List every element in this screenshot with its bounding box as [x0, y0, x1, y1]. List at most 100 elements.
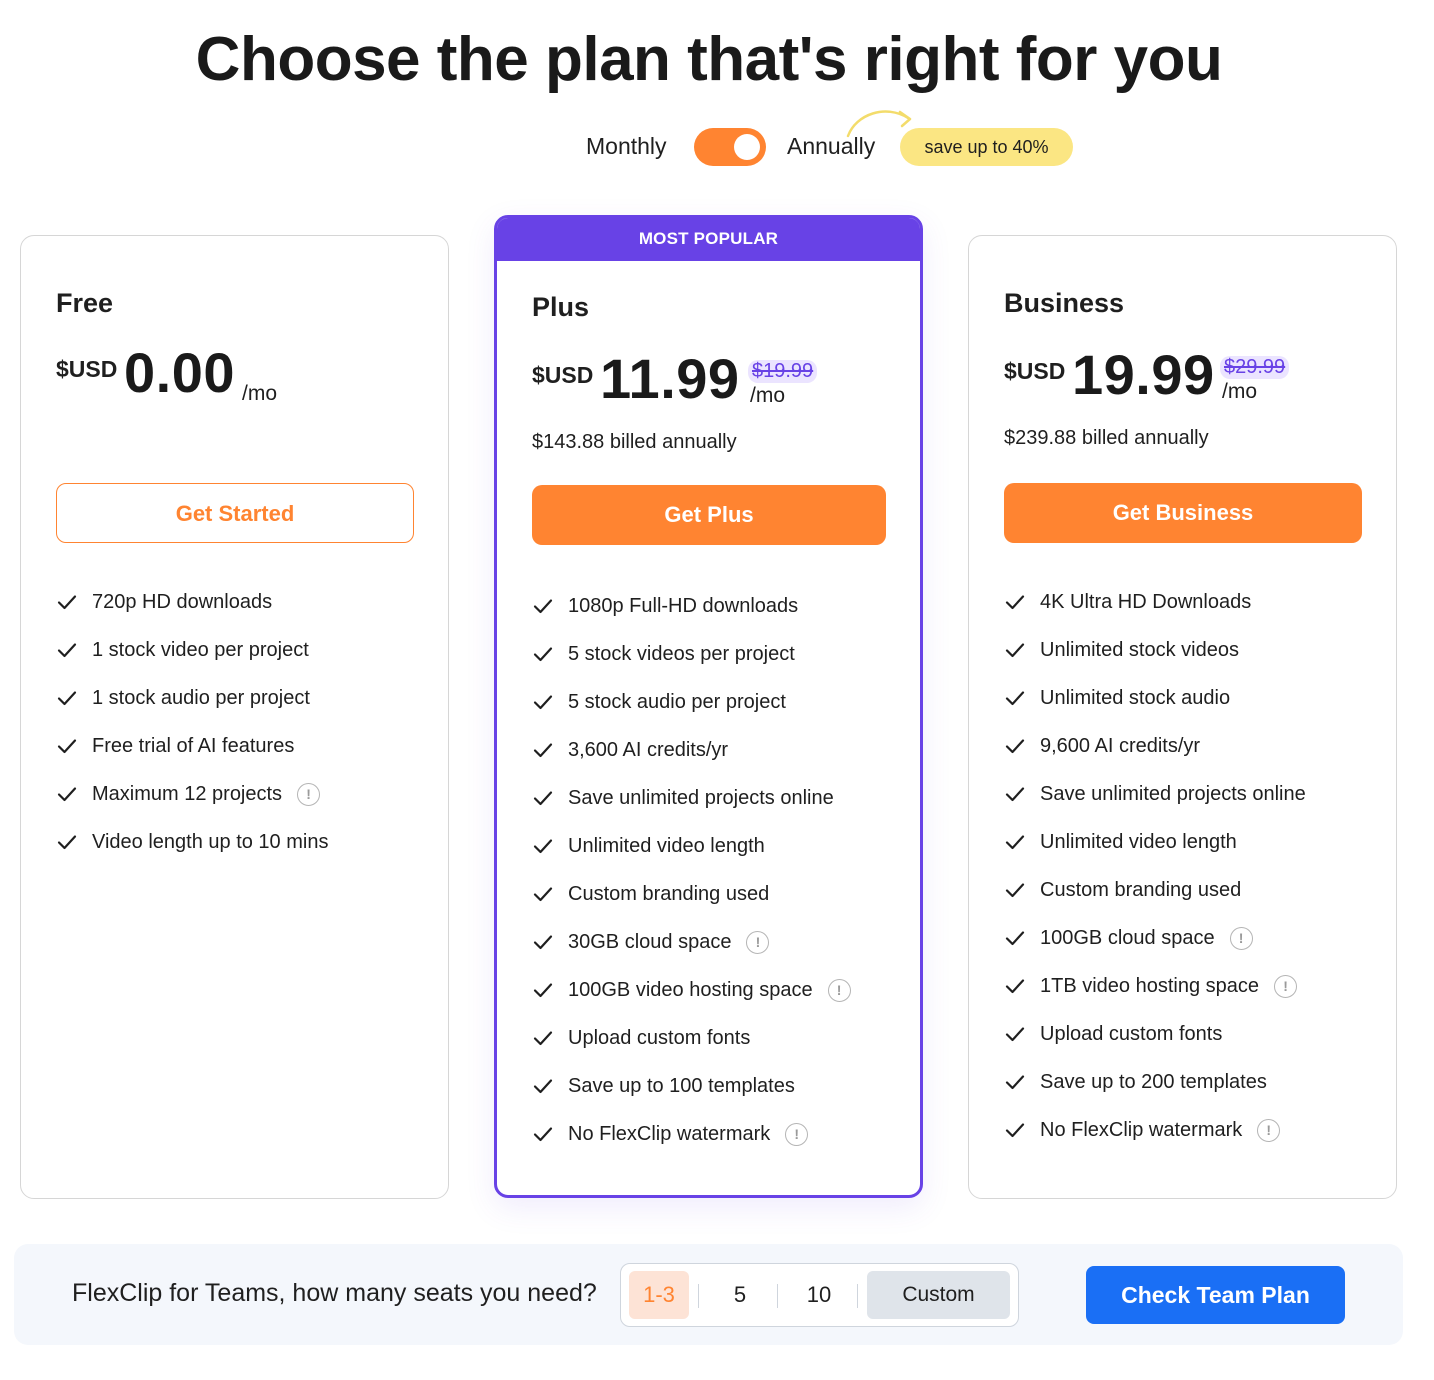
feature-text: Save unlimited projects online: [1040, 782, 1306, 805]
seat-option-10[interactable]: 10: [785, 1271, 853, 1319]
check-team-plan-button[interactable]: Check Team Plan: [1086, 1266, 1345, 1324]
feature-text: Video length up to 10 mins: [92, 830, 329, 853]
billing-period-switch[interactable]: [694, 128, 766, 166]
plan-name: Plus: [532, 292, 590, 322]
checkmark-icon: [532, 979, 568, 1001]
checkmark-icon: [532, 1075, 568, 1097]
checkmark-icon: [1004, 639, 1040, 661]
checkmark-icon: [1004, 687, 1040, 709]
checkmark-icon: [56, 687, 92, 709]
feature-item: Unlimited video length: [1004, 818, 1364, 866]
checkmark-icon: [1004, 927, 1040, 949]
info-icon[interactable]: !: [827, 978, 851, 1002]
price-amount: 11.99: [600, 347, 740, 410]
feature-item: 9,600 AI credits/yr: [1004, 722, 1364, 770]
divider: [857, 1284, 858, 1308]
old-price: $29.99: [1220, 356, 1290, 379]
checkmark-icon: [1004, 1071, 1040, 1093]
feature-text: 30GB cloud space: [568, 930, 732, 953]
feature-text: Unlimited stock videos: [1040, 638, 1239, 661]
checkmark-icon: [532, 643, 568, 665]
most-popular-badge: MOST POPULAR: [497, 218, 920, 261]
get-started-button[interactable]: Get Started: [56, 483, 414, 543]
feature-text: No FlexClip watermark: [568, 1122, 771, 1145]
info-icon[interactable]: !: [1257, 1118, 1281, 1142]
feature-text: Upload custom fonts: [568, 1026, 751, 1049]
plan-card-plus: MOST POPULAR Plus $USD 11.99 $19.99 /mo …: [494, 215, 923, 1198]
price-amount: 19.99: [1072, 343, 1215, 406]
feature-text: 1080p Full-HD downloads: [568, 594, 799, 617]
feature-item: 1TB video hosting space!: [1004, 962, 1364, 1010]
billing-toggle-row: Monthly Annually save up to 40%: [0, 110, 1434, 170]
old-price: $19.99: [748, 360, 818, 383]
checkmark-icon: [56, 735, 92, 757]
feature-text: 5 stock audio per project: [568, 690, 786, 713]
currency: $USD: [1004, 358, 1066, 384]
info-icon[interactable]: !: [1229, 926, 1253, 950]
checkmark-icon: [532, 835, 568, 857]
plan-name: Business: [1004, 288, 1125, 318]
feature-list: 4K Ultra HD Downloads Unlimited stock vid…: [1004, 578, 1364, 1154]
checkmark-icon: [532, 931, 568, 953]
feature-item: 5 stock audio per project: [532, 678, 892, 726]
feature-text: Unlimited stock audio: [1040, 686, 1231, 709]
price-period: /mo: [1222, 380, 1258, 403]
feature-text: 100GB cloud space: [1040, 926, 1215, 949]
checkmark-icon: [1004, 1023, 1040, 1045]
info-icon[interactable]: !: [785, 1122, 809, 1146]
seat-option-custom[interactable]: Custom: [867, 1271, 1010, 1319]
checkmark-icon: [532, 1123, 568, 1145]
page-title: Choose the plan that's right for you: [195, 25, 1223, 94]
checkmark-icon: [532, 739, 568, 761]
feature-item: Custom branding used: [1004, 866, 1364, 914]
price-period: /mo: [750, 384, 786, 407]
feature-item: Save unlimited projects online: [532, 774, 892, 822]
feature-item: 1080p Full-HD downloads: [532, 582, 892, 630]
get-plus-button[interactable]: Get Plus: [532, 485, 886, 545]
info-icon[interactable]: !: [746, 930, 770, 954]
plan-card-business: Business $USD 19.99 $29.99 /mo $239.88 b…: [968, 235, 1397, 1199]
plan-name: Free: [56, 288, 114, 318]
feature-item: Upload custom fonts: [532, 1014, 892, 1062]
checkmark-icon: [532, 1027, 568, 1049]
price-row: $USD 19.99 $29.99 /mo: [1004, 343, 1364, 420]
feature-text: Custom branding used: [1040, 878, 1242, 901]
currency: $USD: [532, 362, 594, 388]
feature-text: 4K Ultra HD Downloads: [1040, 590, 1252, 613]
info-icon[interactable]: !: [1274, 974, 1298, 998]
feature-item: 1 stock video per project: [56, 626, 416, 674]
feature-item: Custom branding used: [532, 870, 892, 918]
checkmark-icon: [532, 883, 568, 905]
feature-item: Save up to 100 templates: [532, 1062, 892, 1110]
feature-item: 3,600 AI credits/yr: [532, 726, 892, 774]
info-icon[interactable]: !: [297, 782, 321, 806]
checkmark-icon: [56, 591, 92, 613]
feature-text: Save unlimited projects online: [568, 786, 834, 809]
feature-text: Unlimited video length: [568, 834, 765, 857]
checkmark-icon: [56, 831, 92, 853]
feature-text: Save up to 100 templates: [568, 1074, 795, 1097]
feature-item: 5 stock videos per project: [532, 630, 892, 678]
price-period: /mo: [242, 382, 278, 405]
feature-item: Video length up to 10 mins: [56, 818, 416, 866]
monthly-label[interactable]: Monthly: [586, 133, 667, 160]
feature-item: Free trial of AI features: [56, 722, 416, 770]
currency: $USD: [56, 356, 118, 382]
feature-item: 4K Ultra HD Downloads: [1004, 578, 1364, 626]
checkmark-icon: [1004, 831, 1040, 853]
seat-selector: 1-3 5 10 Custom: [620, 1263, 1019, 1327]
checkmark-icon: [1004, 735, 1040, 757]
feature-text: Maximum 12 projects: [92, 782, 283, 805]
feature-text: 720p HD downloads: [92, 590, 273, 613]
feature-text: 1TB video hosting space: [1040, 974, 1260, 997]
seat-option-5[interactable]: 5: [706, 1271, 774, 1319]
feature-text: Custom branding used: [568, 882, 770, 905]
divider: [777, 1284, 778, 1308]
feature-list: 1080p Full-HD downloads 5 stock videos pe…: [532, 582, 892, 1158]
feature-item: 100GB cloud space!: [1004, 914, 1364, 962]
get-business-button[interactable]: Get Business: [1004, 483, 1362, 543]
seat-option-1-3[interactable]: 1-3: [629, 1271, 689, 1319]
price-amount: 0.00: [124, 341, 235, 404]
teams-bar: FlexClip for Teams, how many seats you n…: [14, 1244, 1403, 1345]
plan-card-free: Free $USD 0.00 /mo Get Started 720p HD d…: [20, 235, 449, 1199]
